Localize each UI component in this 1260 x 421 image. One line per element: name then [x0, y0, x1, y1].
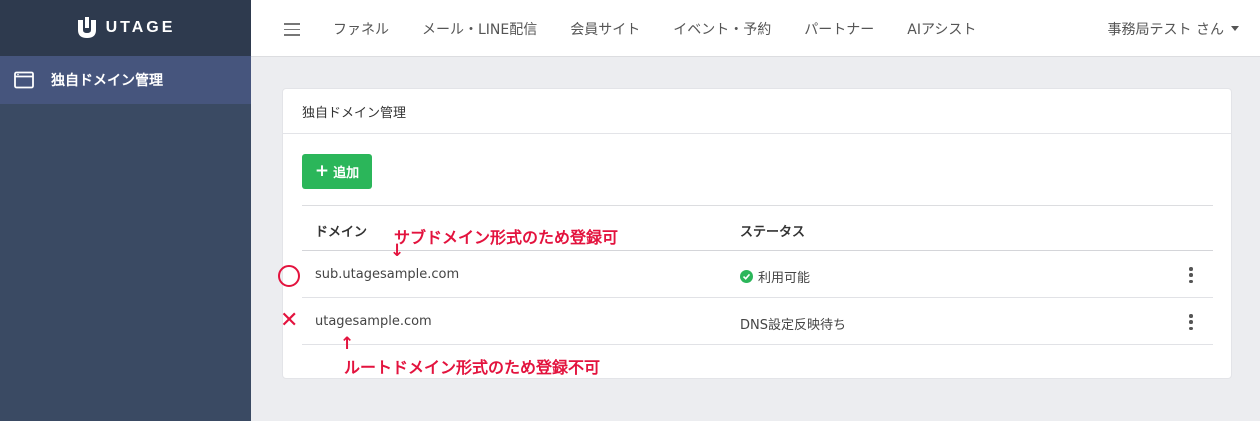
nav-partner[interactable]: パートナー — [804, 19, 874, 39]
user-menu[interactable]: 事務局テスト さん — [1108, 0, 1239, 57]
sub-domain-note: サブドメイン形式のため登録可 — [394, 228, 619, 247]
ok-circle-mark — [278, 265, 300, 287]
status-text: DNS設定反映待ち — [740, 318, 846, 333]
check-circle-icon — [740, 270, 753, 283]
down-arrow-icon: ↓ — [390, 241, 405, 261]
nav-funnel[interactable]: ファネル — [333, 19, 389, 39]
caret-down-icon — [1231, 26, 1239, 31]
status-cell: 利用可能 — [740, 267, 810, 286]
nav-member-site[interactable]: 会員サイト — [570, 19, 640, 39]
top-header: ファネル メール・LINE配信 会員サイト イベント・予約 パートナー AIアシ… — [251, 0, 1260, 57]
nav-ai-assist[interactable]: AIアシスト — [907, 19, 976, 39]
row-actions-icon[interactable] — [1188, 267, 1194, 283]
browser-window-icon — [14, 71, 34, 89]
nav-mail-line[interactable]: メール・LINE配信 — [422, 19, 537, 39]
sidebar: UTAGE 独自ドメイン管理 — [0, 0, 251, 421]
utage-logo-icon — [77, 17, 96, 38]
table-row: utagesample.com DNS設定反映待ち — [302, 298, 1213, 345]
ng-cross-mark: ✕ — [280, 308, 299, 333]
row-actions-icon[interactable] — [1188, 314, 1194, 330]
column-header-domain: ドメイン — [315, 225, 368, 240]
up-arrow-icon: ↑ — [340, 334, 355, 354]
card-title: 独自ドメイン管理 — [283, 89, 1231, 134]
brand-name: UTAGE — [105, 19, 176, 36]
table-row: sub.utagesample.com 利用可能 — [302, 251, 1213, 298]
brand-logo[interactable]: UTAGE — [0, 0, 251, 56]
domain-cell: sub.utagesample.com — [315, 267, 460, 282]
user-name: 事務局テスト さん — [1107, 21, 1224, 38]
add-button-label: 追加 — [333, 166, 360, 181]
sidebar-item-label: 独自ドメイン管理 — [51, 73, 163, 89]
main-nav: ファネル メール・LINE配信 会員サイト イベント・予約 パートナー AIアシ… — [333, 0, 1009, 57]
status-text: 利用可能 — [758, 271, 811, 286]
plus-icon: + — [314, 161, 330, 181]
column-header-status: ステータス — [740, 225, 806, 240]
root-domain-note: ルートドメイン形式のため登録不可 — [344, 358, 601, 377]
domain-cell: utagesample.com — [315, 314, 432, 329]
nav-event-booking[interactable]: イベント・予約 — [673, 19, 771, 39]
sidebar-item-domain-management[interactable]: 独自ドメイン管理 — [0, 56, 251, 104]
menu-toggle-icon[interactable] — [284, 23, 300, 36]
add-button[interactable]: + 追加 — [302, 154, 372, 189]
